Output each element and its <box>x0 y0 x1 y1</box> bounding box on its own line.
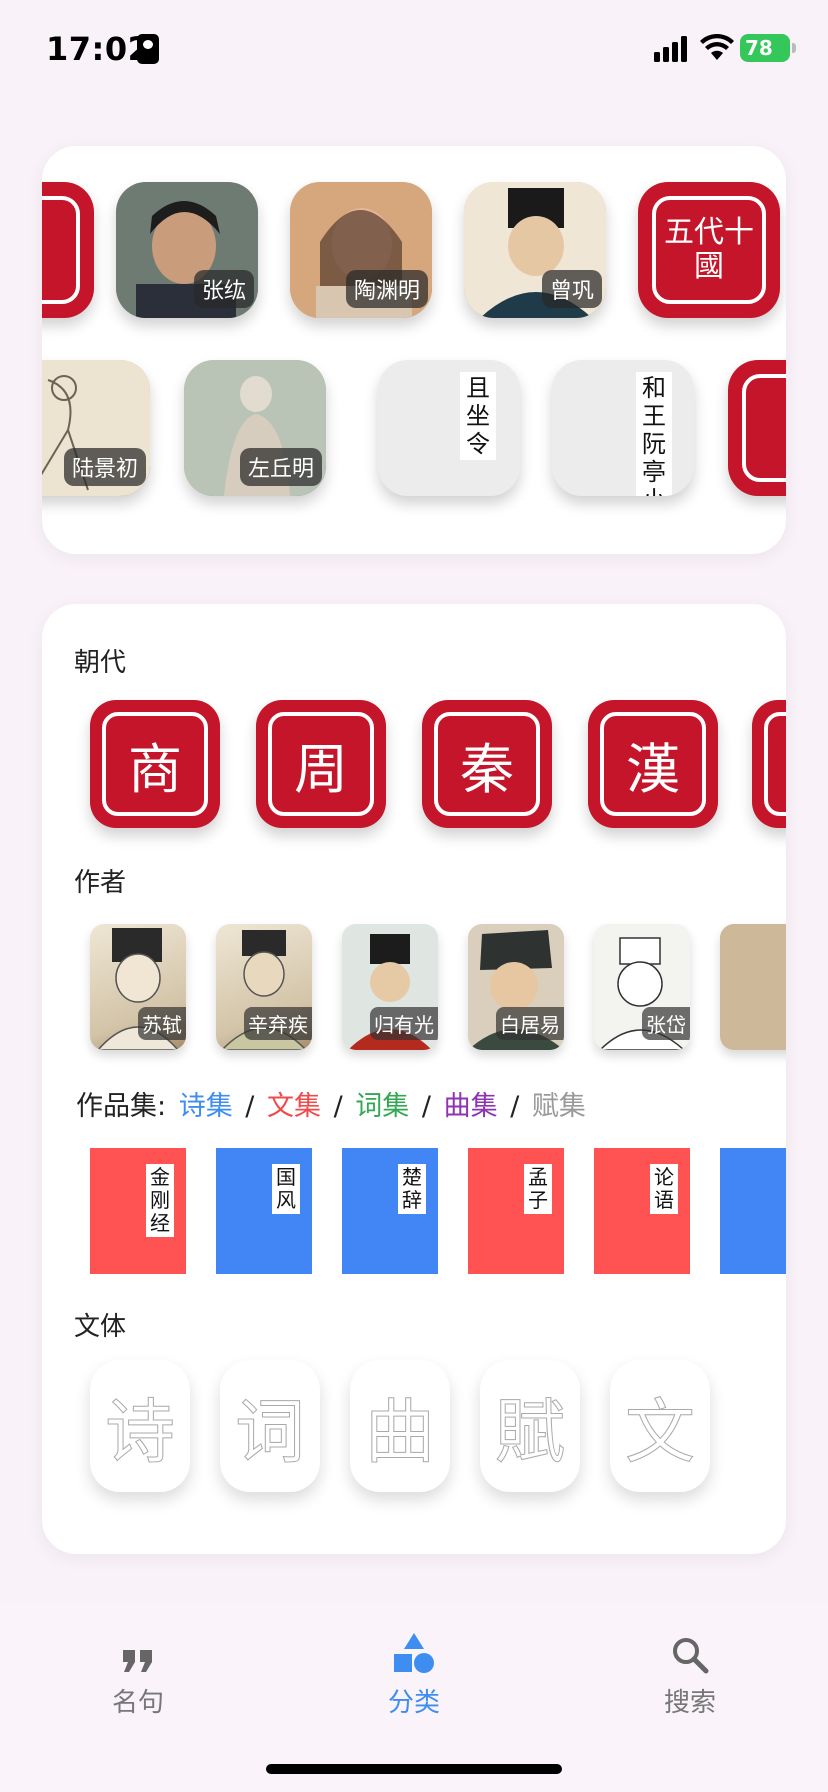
dynasty-glyph: 秦 <box>434 712 540 816</box>
author-tile[interactable]: 归有光 <box>342 924 438 1050</box>
author-tile[interactable] <box>720 924 786 1050</box>
status-time: 17:02 <box>46 30 151 68</box>
ci-collection-link[interactable]: 词集 <box>355 1091 409 1122</box>
author-tile[interactable]: 辛弃疾 <box>216 924 312 1050</box>
author-name-label: 辛弃疾 <box>244 1007 312 1040</box>
author-name-label: 归有光 <box>370 1007 438 1040</box>
author-name-label: 曾巩 <box>541 270 602 308</box>
featured-author-tile[interactable]: 左丘明 <box>184 360 326 496</box>
separator: / <box>421 1091 431 1122</box>
style-glyph: 词 <box>235 1390 306 1473</box>
author-name-label: 陶渊明 <box>345 270 428 308</box>
fu-collection-link[interactable]: 赋集 <box>532 1091 586 1122</box>
book-title: 楚辞 <box>398 1164 426 1214</box>
tab-categories[interactable]: 分类 <box>334 1624 494 1734</box>
qu-collection-link[interactable]: 曲集 <box>444 1091 498 1122</box>
status-bar: 17:02 78 <box>0 0 828 100</box>
book-title: 论语 <box>650 1164 678 1214</box>
dynasty-glyph: 漢 <box>600 712 706 816</box>
featured-card: 张纮 陶渊明 曾巩 五代十國 陆景初 左丘明 且坐令 和王阮亭 <box>42 146 786 554</box>
work-title-label: 且坐令 <box>460 372 496 460</box>
featured-work-tile[interactable]: 和王阮亭小 <box>552 360 694 496</box>
book-title: 国风 <box>272 1164 300 1214</box>
separator: / <box>245 1091 255 1122</box>
tab-label: 搜索 <box>663 1688 716 1718</box>
book-tile[interactable]: 论语 <box>594 1148 690 1274</box>
featured-author-tile[interactable]: 陶渊明 <box>290 182 432 318</box>
dynasty-glyph: 商 <box>102 712 208 816</box>
book-title: 孟子 <box>524 1164 552 1214</box>
dynasty-seal-tile[interactable]: 周 <box>256 700 386 828</box>
category-icon <box>394 1633 434 1673</box>
style-glyph: 曲 <box>365 1390 436 1473</box>
style-section-title: 文体 <box>74 1312 127 1342</box>
author-section-title: 作者 <box>74 868 127 898</box>
works-title: 作品集: <box>76 1091 167 1122</box>
author-name-label: 白居易 <box>496 1007 564 1040</box>
author-name-label: 陆景初 <box>63 448 146 486</box>
quote-icon <box>123 1650 152 1672</box>
author-name-label: 苏轼 <box>138 1007 186 1040</box>
style-glyph: 诗 <box>105 1390 176 1473</box>
author-name-label: 张纮 <box>193 270 254 308</box>
featured-seal-tile[interactable] <box>728 360 786 496</box>
cellular-signal-icon <box>654 36 687 62</box>
style-glyph: 賦 <box>495 1390 566 1473</box>
dynasty-seal-tile[interactable] <box>752 700 786 828</box>
battery-icon: 78 <box>740 34 796 62</box>
style-tile[interactable]: 賦 <box>480 1360 580 1492</box>
book-tile[interactable]: 国风 <box>216 1148 312 1274</box>
tab-search[interactable]: 搜索 <box>610 1624 770 1734</box>
tab-quotes[interactable]: 名句 <box>58 1624 218 1734</box>
featured-work-tile[interactable]: 且坐令 <box>378 360 520 496</box>
separator: / <box>333 1091 343 1122</box>
battery-level: 78 <box>745 36 773 60</box>
featured-seal-tile[interactable] <box>42 182 94 318</box>
author-tile[interactable]: 苏轼 <box>90 924 186 1050</box>
works-collection-links: 作品集: 诗集 / 文集 / 词集 / 曲集 / 赋集 <box>74 1084 588 1123</box>
featured-author-tile[interactable]: 曾巩 <box>464 182 606 318</box>
prose-collection-link[interactable]: 文集 <box>267 1091 321 1122</box>
author-tile[interactable]: 白居易 <box>468 924 564 1050</box>
author-name-label: 张岱 <box>642 1007 690 1040</box>
style-tile[interactable]: 文 <box>610 1360 710 1492</box>
book-tile[interactable]: 孟子 <box>468 1148 564 1274</box>
wifi-icon <box>700 34 734 60</box>
work-title-label: 和王阮亭小 <box>636 372 672 496</box>
author-tile[interactable]: 张岱 <box>594 924 690 1050</box>
dynasty-seal-tile[interactable]: 商 <box>90 700 220 828</box>
separator: / <box>510 1091 520 1122</box>
home-indicator <box>266 1764 562 1774</box>
book-tile[interactable] <box>720 1148 786 1274</box>
book-tile[interactable]: 楚辞 <box>342 1148 438 1274</box>
dynasty-section-title: 朝代 <box>74 648 127 678</box>
tab-label: 名句 <box>111 1688 164 1718</box>
dynasty-glyph: 周 <box>268 712 374 816</box>
dynasty-seal-tile[interactable]: 漢 <box>588 700 718 828</box>
style-tile[interactable]: 诗 <box>90 1360 190 1492</box>
style-tile[interactable]: 词 <box>220 1360 320 1492</box>
search-icon <box>673 1638 709 1674</box>
style-glyph: 文 <box>625 1390 696 1473</box>
author-name-label: 左丘明 <box>239 448 322 486</box>
book-tile[interactable]: 金刚经 <box>90 1148 186 1274</box>
tab-label: 分类 <box>387 1688 440 1718</box>
style-tile[interactable]: 曲 <box>350 1360 450 1492</box>
featured-seal-tile[interactable]: 五代十國 <box>638 182 780 318</box>
dynasty-seal-tile[interactable]: 秦 <box>422 700 552 828</box>
featured-author-tile[interactable]: 张纮 <box>116 182 258 318</box>
seal-glyph: 五代十國 <box>652 196 766 304</box>
book-title: 金刚经 <box>146 1164 174 1237</box>
categories-card: 朝代 商 周 秦 漢 作者 苏轼 辛弃疾 归有光 白居易 张岱 作品集: 诗集 … <box>42 604 786 1554</box>
poetry-collection-link[interactable]: 诗集 <box>179 1091 233 1122</box>
featured-author-tile[interactable]: 陆景初 <box>42 360 150 496</box>
contact-card-icon <box>137 34 159 64</box>
